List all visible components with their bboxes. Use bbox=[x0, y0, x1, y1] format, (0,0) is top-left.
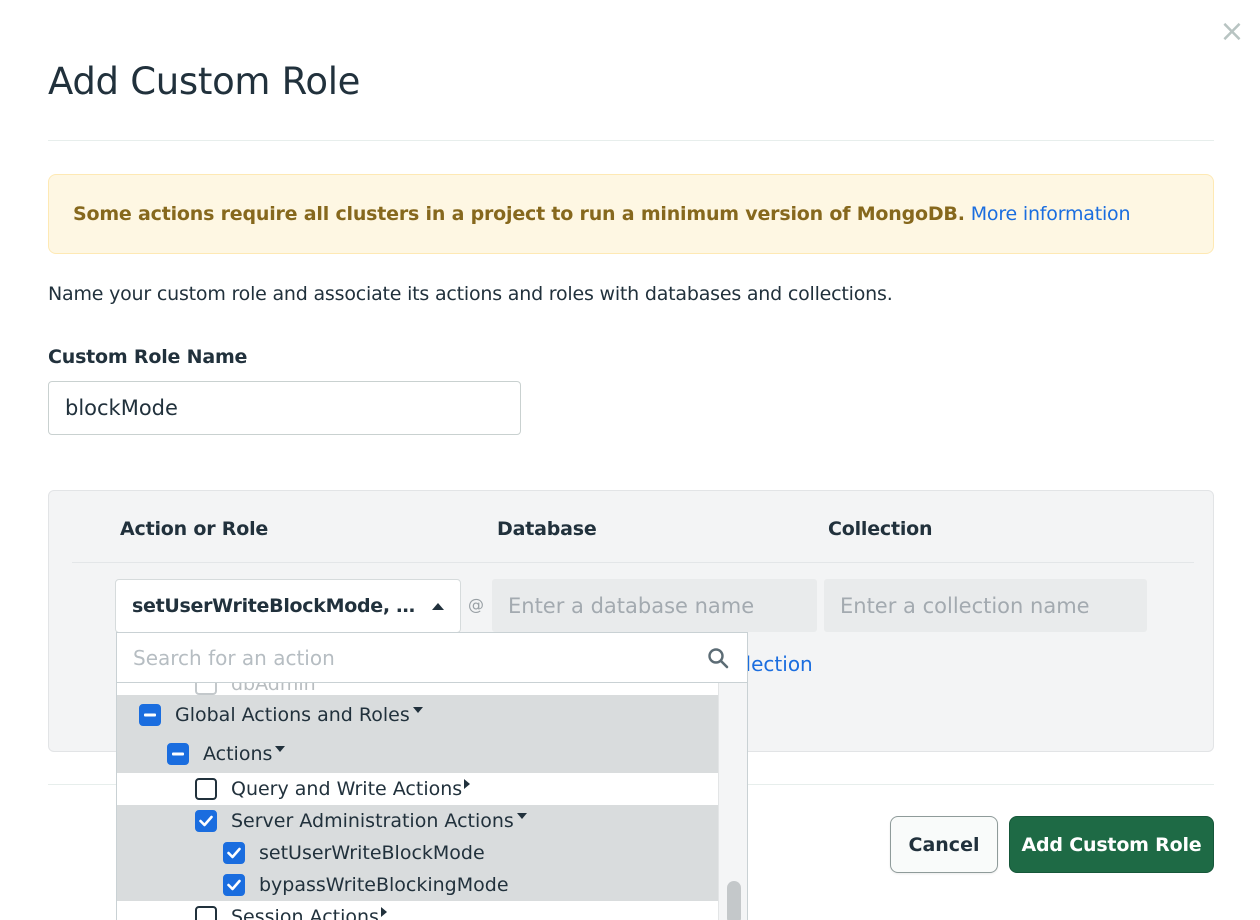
list-item-label: Global Actions and Roles bbox=[175, 703, 410, 726]
checkbox-icon[interactable] bbox=[195, 906, 217, 920]
more-information-link[interactable]: More information bbox=[971, 203, 1131, 225]
list-item-session-actions[interactable]: Session Actions bbox=[117, 901, 718, 920]
caret-up-icon bbox=[432, 602, 444, 610]
list-item-server-administration-actions[interactable]: Server Administration Actions bbox=[117, 805, 718, 837]
caret-right-icon bbox=[464, 779, 471, 789]
checkbox-icon[interactable] bbox=[195, 683, 217, 695]
warning-banner: Some actions require all clusters in a p… bbox=[48, 174, 1214, 254]
list-item-label: Query and Write Actions bbox=[231, 778, 463, 800]
list-item-label: Session Actions bbox=[231, 906, 379, 920]
list-item-setuserwriteblockmode[interactable]: setUserWriteBlockMode bbox=[117, 837, 718, 869]
list-item-label: setUserWriteBlockMode bbox=[259, 842, 485, 864]
database-input[interactable] bbox=[492, 579, 817, 632]
action-or-role-header: Action or Role bbox=[120, 518, 269, 540]
description-text: Name your custom role and associate its … bbox=[48, 283, 893, 305]
action-dropdown: dbAdmin Global Actions and Roles Actions… bbox=[116, 632, 748, 920]
checked-checkbox-icon[interactable] bbox=[195, 810, 217, 832]
header-divider bbox=[72, 562, 1194, 563]
dialog-title: Add Custom Role bbox=[48, 60, 361, 103]
list-item-label: dbAdmin bbox=[231, 683, 316, 695]
action-or-role-select[interactable]: setUserWriteBlockMode, bypassWriteBlocki… bbox=[115, 579, 461, 633]
checkbox-icon[interactable] bbox=[195, 778, 217, 800]
checked-checkbox-icon[interactable] bbox=[223, 874, 245, 896]
custom-role-name-input[interactable] bbox=[48, 381, 521, 435]
title-divider bbox=[48, 140, 1214, 141]
at-sign: @ bbox=[468, 595, 484, 614]
collection-header: Collection bbox=[828, 518, 933, 540]
custom-role-name-label: Custom Role Name bbox=[48, 346, 248, 368]
apply-to-collection-link[interactable]: llection bbox=[740, 652, 813, 676]
list-item-bypasswriteblockingmode[interactable]: bypassWriteBlockingMode bbox=[117, 869, 718, 901]
caret-down-icon bbox=[275, 745, 286, 752]
database-header: Database bbox=[497, 518, 597, 540]
checked-checkbox-icon[interactable] bbox=[223, 842, 245, 864]
add-custom-role-button[interactable]: Add Custom Role bbox=[1009, 816, 1214, 873]
collection-input[interactable] bbox=[824, 579, 1147, 632]
action-list: dbAdmin Global Actions and Roles Actions… bbox=[117, 683, 718, 920]
caret-down-icon bbox=[516, 813, 527, 819]
close-icon[interactable]: × bbox=[1218, 17, 1246, 47]
action-search-input[interactable] bbox=[117, 633, 697, 683]
cancel-button[interactable]: Cancel bbox=[890, 816, 998, 873]
list-item-global-actions-and-roles[interactable]: Global Actions and Roles bbox=[117, 695, 718, 734]
caret-down-icon bbox=[412, 706, 423, 713]
caret-right-icon bbox=[380, 907, 387, 917]
list-item-label: Server Administration Actions bbox=[231, 810, 514, 832]
search-icon bbox=[708, 648, 729, 669]
action-search-row bbox=[117, 633, 747, 683]
action-select-value: setUserWriteBlockMode, bypassWriteBlocki… bbox=[132, 595, 428, 617]
list-item-label: Actions bbox=[203, 742, 273, 765]
banner-text: Some actions require all clusters in a p… bbox=[73, 203, 965, 225]
partial-checkbox-icon[interactable] bbox=[139, 703, 161, 726]
list-item-actions[interactable]: Actions bbox=[117, 734, 718, 773]
partial-checkbox-icon[interactable] bbox=[167, 742, 189, 765]
list-item-label: bypassWriteBlockingMode bbox=[259, 874, 509, 896]
list-item-query-and-write-actions[interactable]: Query and Write Actions bbox=[117, 773, 718, 805]
scrollbar-thumb[interactable] bbox=[727, 881, 741, 920]
dropdown-scrollbar[interactable] bbox=[718, 683, 747, 920]
